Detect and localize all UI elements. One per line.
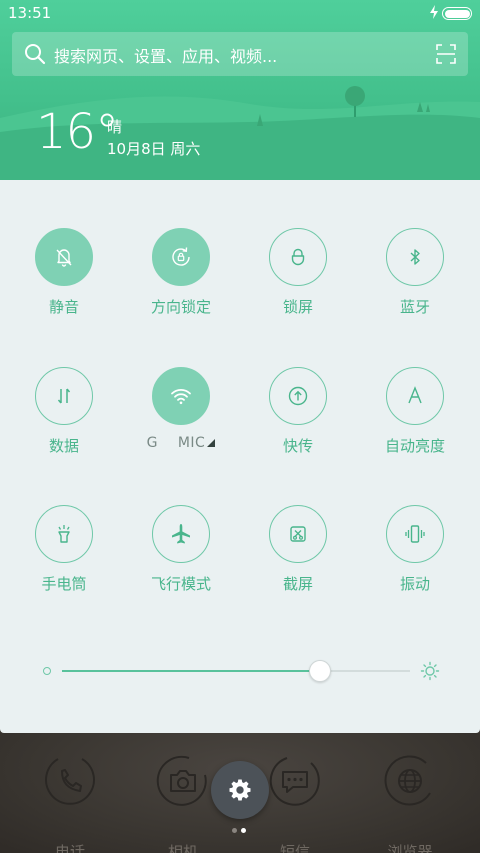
status-time: 13:51 xyxy=(8,4,52,22)
page-dot xyxy=(241,828,246,833)
toggle-transfer-circle[interactable] xyxy=(269,367,327,425)
toggle-silent-circle[interactable] xyxy=(35,228,93,286)
toggle-auto-brightness-label: 自动亮度 xyxy=(384,437,445,455)
toggle-screenshot[interactable]: 截屏 xyxy=(248,505,348,615)
toggle-flashlight[interactable]: 手电筒 xyxy=(14,505,114,615)
dock-app-phone[interactable]: 电话 xyxy=(30,753,110,853)
rotation-lock-icon xyxy=(172,247,190,266)
search-icon xyxy=(25,44,46,65)
dock-app-camera[interactable]: 相机 xyxy=(143,753,223,853)
toggle-auto-brightness[interactable]: 自动亮度 xyxy=(365,367,465,477)
page-dot xyxy=(232,828,237,833)
toggle-mobile-data-circle[interactable] xyxy=(35,367,93,425)
battery-icon xyxy=(442,7,472,20)
toggle-mobile-data[interactable]: 数据 xyxy=(14,367,114,477)
dock-app-sms[interactable]: 短信 xyxy=(255,753,335,853)
settings-button[interactable] xyxy=(211,761,269,819)
scan-icon[interactable] xyxy=(436,44,456,64)
search-placeholder: 搜索网页、设置、应用、视频... xyxy=(54,47,278,66)
browser-icon xyxy=(384,755,431,806)
camera-icon xyxy=(156,755,207,806)
brightness-slider[interactable] xyxy=(40,658,450,686)
brightness-track-fill xyxy=(62,670,320,672)
toggle-wifi-label: G MIC xyxy=(131,435,231,451)
toggle-lock-screen-label: 锁屏 xyxy=(282,298,313,316)
toggle-lock-screen-circle[interactable] xyxy=(269,228,327,286)
screenshot-icon xyxy=(290,526,306,542)
battery-fill xyxy=(444,9,470,18)
airplane-icon xyxy=(172,524,190,544)
toggle-silent[interactable]: 静音 xyxy=(14,228,114,338)
weather-condition: 晴 xyxy=(107,118,123,136)
auto-brightness-icon xyxy=(408,386,422,404)
dock-app-browser[interactable]: 浏览器 xyxy=(370,753,450,853)
phone-icon xyxy=(45,758,95,805)
brightness-low-icon xyxy=(43,667,51,675)
toggle-flashlight-circle[interactable] xyxy=(35,505,93,563)
toggle-rotation-lock-label: 方向锁定 xyxy=(150,298,211,316)
toggle-screenshot-label: 截屏 xyxy=(282,575,313,593)
toggle-vibrate[interactable]: 振动 xyxy=(365,505,465,615)
toggle-bluetooth[interactable]: 蓝牙 xyxy=(365,228,465,338)
mobile-data-icon xyxy=(57,388,71,404)
toggle-screenshot-circle[interactable] xyxy=(269,505,327,563)
brightness-high-icon xyxy=(420,661,440,681)
quick-settings-panel: 静音 方向锁定 锁屏 蓝牙 数据 G MIC 快传 自动亮度 手电筒 飞行模式 … xyxy=(0,180,480,733)
wifi-network-name: G MIC xyxy=(146,435,206,451)
vibrate-icon xyxy=(405,525,425,543)
toggle-lock-screen[interactable]: 锁屏 xyxy=(248,228,348,338)
toggle-mobile-data-label: 数据 xyxy=(48,437,79,455)
wifi-signal-indicator xyxy=(207,439,216,447)
toggle-airplane-mode-label: 飞行模式 xyxy=(150,575,211,593)
brightness-thumb[interactable] xyxy=(308,660,331,682)
lock-icon xyxy=(291,248,305,266)
toggle-airplane-mode[interactable]: 飞行模式 xyxy=(131,505,231,615)
status-bar: 13:51 xyxy=(0,0,480,28)
weather-date: 10月8日 周六 xyxy=(107,140,201,158)
sms-icon xyxy=(269,757,320,806)
charging-bolt-icon xyxy=(430,5,438,19)
gear-icon xyxy=(229,779,251,801)
toggle-vibrate-circle[interactable] xyxy=(386,505,444,563)
toggle-wifi[interactable]: G MIC xyxy=(131,367,231,477)
flashlight-icon xyxy=(58,525,70,543)
temperature: 16° xyxy=(36,104,119,160)
page-indicator xyxy=(232,828,248,834)
bell-off-icon xyxy=(56,249,72,267)
dock-app-sms-label: 短信 xyxy=(279,843,310,853)
toggle-auto-brightness-circle[interactable] xyxy=(386,367,444,425)
brightness-track[interactable] xyxy=(62,660,410,682)
toggle-vibrate-label: 振动 xyxy=(399,575,430,593)
toggle-rotation-lock-circle[interactable] xyxy=(152,228,210,286)
search-bar[interactable]: 搜索网页、设置、应用、视频... xyxy=(12,32,468,76)
toggle-flashlight-label: 手电筒 xyxy=(41,575,87,593)
toggle-transfer-label: 快传 xyxy=(282,437,313,455)
toggle-silent-label: 静音 xyxy=(48,298,79,316)
toggle-airplane-mode-circle[interactable] xyxy=(152,505,210,563)
toggle-rotation-lock[interactable]: 方向锁定 xyxy=(131,228,231,338)
transfer-icon xyxy=(288,386,308,406)
toggle-wifi-circle[interactable] xyxy=(152,367,210,425)
dock-app-camera-label: 相机 xyxy=(167,843,198,853)
toggle-bluetooth-circle[interactable] xyxy=(386,228,444,286)
toggle-transfer[interactable]: 快传 xyxy=(248,367,348,477)
dock-app-phone-label: 电话 xyxy=(54,843,85,853)
wifi-icon xyxy=(171,389,191,405)
bluetooth-icon xyxy=(410,249,420,265)
dock-app-browser-label: 浏览器 xyxy=(387,843,433,853)
toggle-bluetooth-label: 蓝牙 xyxy=(399,298,430,316)
weather-header: 13:51 搜索网页、设置、应用、视频... 16° 晴 10月8日 周六 xyxy=(0,0,480,180)
